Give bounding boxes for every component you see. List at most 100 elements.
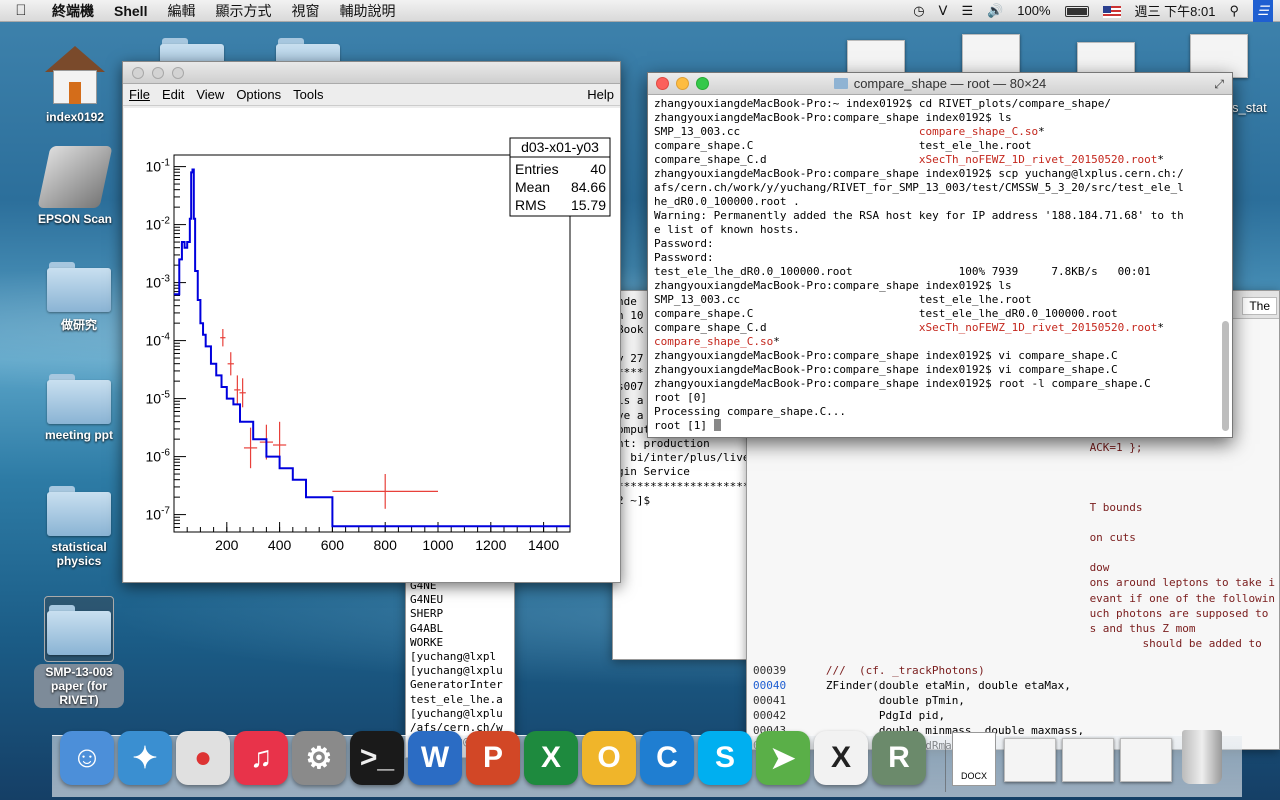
dock-minimized-window[interactable]	[1062, 738, 1114, 782]
zoom-button[interactable]	[696, 77, 709, 90]
word-icon[interactable]: W	[408, 731, 462, 785]
menu-edit[interactable]: 編輯	[157, 1, 205, 21]
dock-minimized-window[interactable]	[1120, 738, 1172, 782]
menu-view[interactable]: 顯示方式	[205, 1, 281, 21]
finder-icon[interactable]: ☺	[60, 731, 114, 785]
terminal-line: he_dR0.0_100000.root .	[654, 195, 1226, 209]
chrome-icon[interactable]: ●	[176, 731, 230, 785]
terminal-line: zhangyouxiangdeMacBook-Pro:compare_shape…	[654, 167, 1226, 181]
terminal-output[interactable]: zhangyouxiangdeMacBook-Pro:~ index0192$ …	[648, 95, 1232, 435]
terminal-text: compare_shape_C.d	[654, 153, 919, 166]
powerpoint-icon[interactable]: P	[466, 731, 520, 785]
x-tick-label: 1200	[475, 537, 506, 553]
x-tick-label: 200	[215, 537, 239, 553]
root-menu-options[interactable]: Options	[230, 87, 287, 102]
stats-rms-label: RMS	[515, 197, 546, 213]
folder-icon	[833, 78, 848, 89]
clock[interactable]: 週三 下午8:01	[1128, 1, 1223, 20]
histogram-canvas[interactable]: 200 400 600 800 1000 1200 1400 10-110-210-310-…	[124, 108, 620, 582]
desktop-icon-label: meeting ppt	[45, 428, 113, 442]
terminal-line: SMP_13_003.cc compare_shape_C.so*	[654, 125, 1226, 139]
zoom-button[interactable]	[172, 67, 184, 79]
root-icon[interactable]: R	[872, 731, 926, 785]
close-button[interactable]	[132, 67, 144, 79]
system-preferences-icon[interactable]: ⚙	[292, 731, 346, 785]
code-text: PdgId pid,	[786, 709, 946, 723]
itunes-icon[interactable]: ♫	[234, 731, 288, 785]
skype-icon[interactable]: S	[698, 731, 752, 785]
terminal-text: compare_shape.C test_ele_lhe_dR0.0_10000…	[654, 307, 1118, 320]
fullscreen-icon[interactable]: ⤢	[1214, 73, 1224, 95]
minimize-button[interactable]	[676, 77, 689, 90]
dock-docx-file[interactable]: DOCX	[952, 732, 996, 786]
trash-icon[interactable]	[1182, 730, 1222, 784]
terminal-text: compare_shape_C.d	[654, 321, 919, 334]
menu-shell[interactable]: Shell	[104, 3, 157, 19]
terminal-text: zhangyouxiangdeMacBook-Pro:compare_shape…	[654, 167, 1184, 180]
desktop-icon-epson-scan[interactable]: EPSON Scan	[30, 146, 120, 226]
wifi-icon[interactable]: ☰	[954, 3, 980, 19]
terminal-text: Password:	[654, 251, 714, 264]
close-button[interactable]	[656, 77, 669, 90]
desktop-icon-label: 做研究	[60, 318, 97, 332]
x11-icon[interactable]: X	[814, 731, 868, 785]
terminal-titlebar[interactable]: compare_shape — root — 80×24 ⤢	[648, 73, 1232, 95]
desktop-icon-label: statistical physics	[51, 540, 107, 568]
desktop-icon-meeting-ppt[interactable]: meeting ppt	[34, 374, 124, 442]
root-menu-help[interactable]: Help	[581, 87, 620, 102]
terminal-window[interactable]: compare_shape — root — 80×24 ⤢ zhangyoux…	[647, 72, 1233, 438]
folder-icon	[47, 374, 111, 424]
terminal-line: zhangyouxiangdeMacBook-Pro:compare_shape…	[654, 349, 1226, 363]
terminal-cursor	[713, 419, 721, 431]
root-canvas-window[interactable]: File Edit View Options Tools Help 200 400…	[122, 61, 621, 583]
dock-minimized-window[interactable]	[1004, 738, 1056, 782]
time-machine-icon[interactable]: ◷	[906, 3, 931, 19]
volume-icon[interactable]: 🔊	[980, 3, 1010, 19]
editor-tab[interactable]: The	[1242, 297, 1277, 315]
status-area: ◷ ᐯ ☰ 🔊 100% 週三 下午8:01 ⚲ ☰	[906, 0, 1280, 22]
x-tick-label: 800	[374, 537, 398, 553]
terminal-line: zhangyouxiangdeMacBook-Pro:compare_shape…	[654, 279, 1226, 293]
scanner-icon	[37, 146, 113, 208]
stats-box[interactable]: d03-x01-y03 Entries 40 Mean 84.66 RMS 15…	[509, 137, 611, 217]
dock: ☺ ✦ ● ♫ ⚙ >_ W P X O C S ➤ X R DOCX	[52, 730, 1242, 797]
input-source-flag-icon[interactable]	[1096, 3, 1128, 18]
desktop-icon-statistical-physics[interactable]: statistical physics	[34, 486, 124, 568]
c-app-icon[interactable]: C	[640, 731, 694, 785]
root-window-titlebar[interactable]	[123, 62, 620, 84]
spotlight-search-icon[interactable]: ⚲	[1222, 3, 1246, 19]
minimize-button[interactable]	[152, 67, 164, 79]
terminal-line: zhangyouxiangdeMacBook-Pro:compare_shape…	[654, 111, 1226, 125]
terminal-text: zhangyouxiangdeMacBook-Pro:compare_shape…	[654, 377, 1151, 390]
notification-center-icon[interactable]: ☰	[1246, 0, 1280, 22]
menu-window[interactable]: 視窗	[281, 1, 329, 21]
apple-menu-icon[interactable]: 	[0, 2, 42, 19]
terminal-icon[interactable]: >_	[350, 731, 404, 785]
root-menu-file[interactable]: File	[123, 87, 156, 102]
root-menu-bar: File Edit View Options Tools Help	[123, 84, 620, 106]
code-text: /// (cf. _trackPhotons)	[786, 664, 985, 677]
desktop-icon-smp-paper[interactable]: SMP-13-003 paper (for RIVET)	[34, 596, 124, 708]
root-menu-view[interactable]: View	[190, 87, 230, 102]
desktop-icon-research-folder[interactable]: 做研究	[34, 262, 124, 333]
terminal-line: compare_shape_C.d xSecTh_noFEWZ_1D_rivet…	[654, 321, 1226, 335]
terminal-line: zhangyouxiangdeMacBook-Pro:compare_shape…	[654, 377, 1226, 391]
root-menu-tools[interactable]: Tools	[287, 87, 329, 102]
battery-percent[interactable]: 100%	[1010, 3, 1057, 18]
terminal-text: e list of known hosts.	[654, 223, 800, 236]
battery-icon[interactable]	[1058, 3, 1096, 18]
stats-entries-value: 40	[590, 161, 606, 177]
stats-entries-label: Entries	[515, 161, 559, 177]
outlook-icon[interactable]: O	[582, 731, 636, 785]
terminal-scrollbar[interactable]	[1222, 321, 1229, 431]
menu-app-name[interactable]: 終端機	[42, 1, 104, 21]
maps-icon[interactable]: ➤	[756, 731, 810, 785]
background-terminal-left-text: G4NE G4NEU SHERP G4ABL WORKE [yuchang@lx…	[410, 579, 503, 748]
root-menu-edit[interactable]: Edit	[156, 87, 190, 102]
desktop-icon-home[interactable]: index0192	[30, 46, 120, 124]
safari-icon[interactable]: ✦	[118, 731, 172, 785]
bluetooth-icon[interactable]: ᐯ	[932, 3, 955, 19]
excel-icon[interactable]: X	[524, 731, 578, 785]
menu-help[interactable]: 輔助說明	[329, 1, 405, 21]
terminal-line: compare_shape_C.so*	[654, 335, 1226, 349]
